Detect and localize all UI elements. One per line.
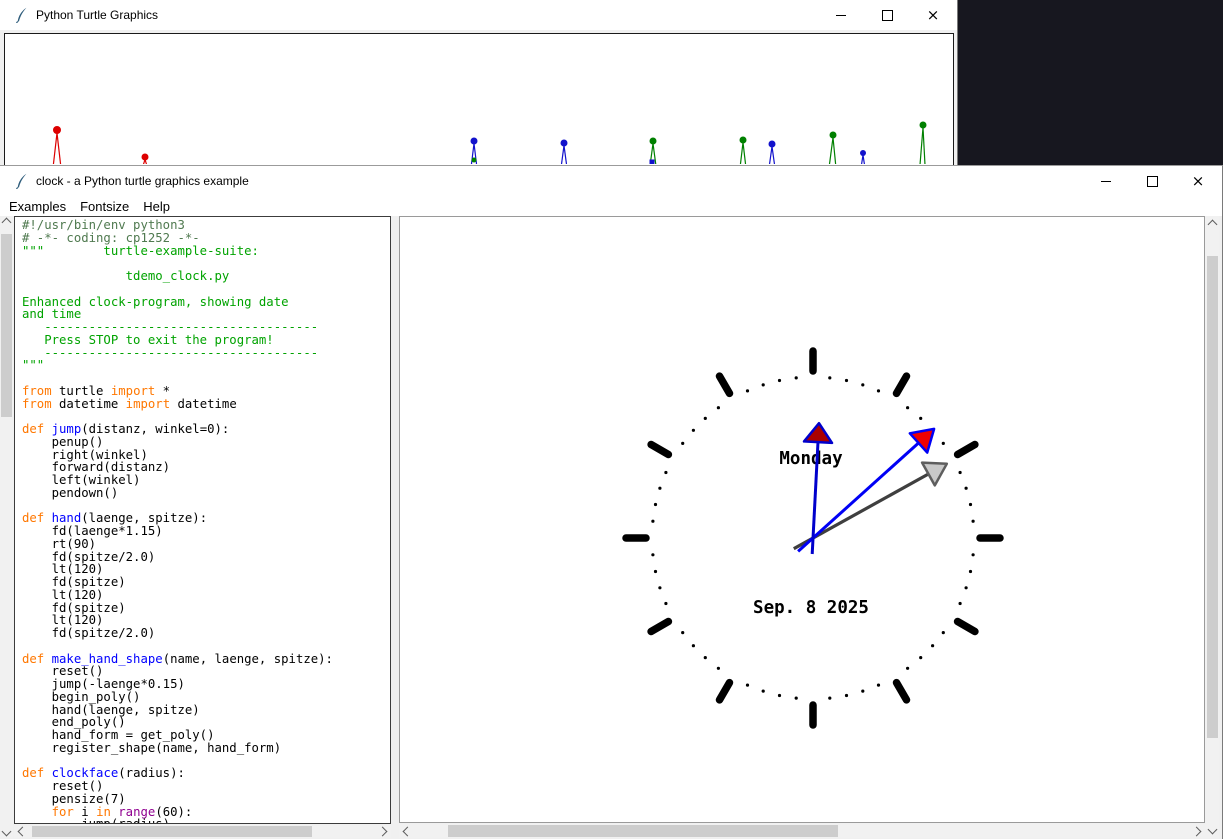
stick-figure	[769, 141, 776, 165]
stick-figure	[829, 132, 837, 165]
code-vertical-scrollbar[interactable]	[0, 216, 13, 838]
stick-figure	[740, 137, 747, 165]
clock-demo-window: clock - a Python turtle graphics example…	[0, 165, 1223, 839]
window-content: #!/usr/bin/env python3# -*- coding: cp12…	[0, 216, 1222, 839]
close-icon: ×	[1192, 174, 1205, 189]
back-minimize-button[interactable]	[818, 0, 864, 30]
scroll-right-icon[interactable]	[376, 825, 389, 838]
canvas-hscroll-thumb[interactable]	[448, 825, 838, 837]
canvas-horizontal-scrollbar[interactable]	[399, 824, 1205, 838]
maximize-icon	[882, 10, 893, 21]
menu-fontsize[interactable]: Fontsize	[73, 199, 136, 214]
code-editor: #!/usr/bin/env python3# -*- coding: cp12…	[22, 219, 333, 824]
scroll-down-icon[interactable]	[0, 825, 13, 838]
code-vscroll-thumb[interactable]	[1, 234, 12, 417]
clock-drawing: Monday Sep. 8 2025	[400, 217, 1204, 822]
minimize-icon	[1101, 181, 1111, 182]
stick-figure	[860, 150, 866, 164]
menu-help[interactable]: Help	[136, 199, 177, 214]
turtle-canvas: Monday Sep. 8 2025	[399, 216, 1205, 823]
weekday-label: Monday	[779, 449, 843, 469]
back-maximize-button[interactable]	[864, 0, 910, 30]
back-window-title: Python Turtle Graphics	[36, 8, 158, 22]
back-close-button[interactable]: ×	[910, 0, 956, 30]
stick-figure	[650, 138, 657, 165]
minimize-icon	[836, 15, 846, 16]
front-minimize-button[interactable]	[1083, 166, 1129, 197]
date-label: Sep. 8 2025	[753, 598, 869, 618]
clock-hands	[794, 423, 947, 554]
scroll-down-icon[interactable]	[1206, 823, 1219, 836]
stick-figure	[561, 140, 568, 165]
scroll-up-icon[interactable]	[1206, 218, 1219, 231]
front-window-title: clock - a Python turtle graphics example	[36, 174, 249, 188]
canvas-vertical-scrollbar[interactable]	[1205, 216, 1219, 838]
scroll-left-icon[interactable]	[16, 825, 29, 838]
python-feather-icon	[13, 173, 29, 189]
back-window-titlebar[interactable]: Python Turtle Graphics ×	[0, 0, 957, 30]
stick-figures-drawing	[5, 34, 951, 164]
stick-figure	[53, 126, 61, 164]
code-text-area[interactable]: #!/usr/bin/env python3# -*- coding: cp12…	[14, 216, 391, 824]
stick-figure	[142, 154, 149, 165]
scroll-right-icon[interactable]	[1190, 825, 1203, 838]
maximize-icon	[1147, 176, 1158, 187]
front-window-titlebar[interactable]: clock - a Python turtle graphics example…	[0, 166, 1222, 197]
canvas-vscroll-thumb[interactable]	[1207, 256, 1218, 738]
code-hscroll-thumb[interactable]	[32, 826, 312, 837]
front-close-button[interactable]: ×	[1175, 166, 1221, 197]
menu-examples[interactable]: Examples	[0, 199, 73, 214]
scroll-up-icon[interactable]	[0, 216, 13, 229]
stick-figure	[920, 122, 927, 165]
python-feather-icon	[13, 7, 29, 23]
stick-figure	[471, 138, 478, 165]
front-maximize-button[interactable]	[1129, 166, 1175, 197]
menubar: Examples Fontsize Help	[0, 197, 1222, 216]
code-horizontal-scrollbar[interactable]	[14, 825, 391, 838]
scroll-left-icon[interactable]	[401, 825, 414, 838]
close-icon: ×	[927, 8, 940, 23]
